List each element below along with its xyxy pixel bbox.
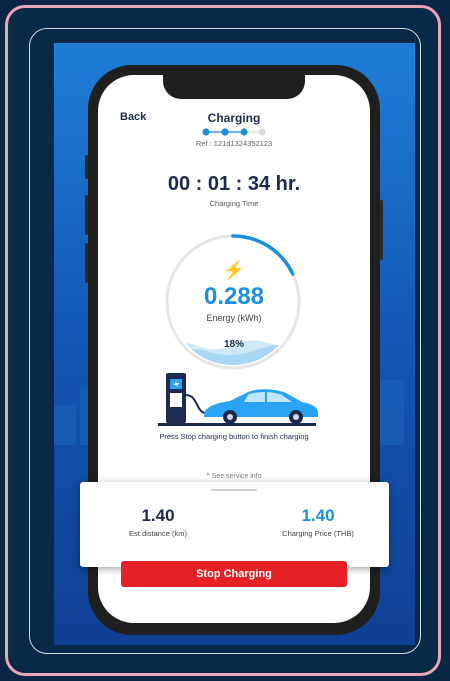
step-dot (240, 128, 248, 136)
step-dot (202, 128, 210, 136)
stop-charging-button[interactable]: Stop Charging (121, 561, 347, 587)
price-value: 1.40 (301, 506, 335, 525)
price-stat: 1.40 Charging Price (THB) (258, 506, 378, 538)
distance-stat: 1.40 Est.distance (km) (103, 506, 213, 538)
page-title: Charging (207, 111, 261, 125)
battery-percent: 18% (223, 339, 244, 350)
charging-timer: 00 : 01 : 34 hr. (167, 173, 301, 195)
phone-side-button (85, 243, 88, 283)
phone-power-button (380, 200, 383, 260)
price-label: Charging Price (THB) (282, 529, 354, 538)
trip-summary-card: 1.40 Est.distance (km) 1.40 Charging Pri… (80, 482, 389, 567)
step-dot (221, 128, 229, 136)
step-progress-indicator (202, 128, 266, 136)
energy-unit-label: Energy (kWh) (206, 313, 262, 323)
ev-charging-illustration (158, 373, 318, 426)
charging-timer-label: Charging Time (209, 199, 259, 208)
electric-car-icon (204, 389, 318, 424)
stop-hint-text: Press Stop charging button to finish cha… (159, 432, 309, 441)
drag-handle[interactable] (211, 489, 257, 491)
energy-value: 0.288 (203, 283, 265, 310)
lightning-bolt-icon: ⚡ (222, 260, 246, 280)
phone-notch (163, 75, 305, 99)
see-service-info-link[interactable]: ^ See service info (98, 473, 370, 480)
phone-side-button (85, 195, 88, 235)
distance-label: Est.distance (km) (129, 529, 187, 538)
distance-value: 1.40 (141, 506, 175, 525)
phone-side-button (85, 155, 88, 179)
step-dot (258, 128, 266, 136)
reference-number: Ref : 121d1324352123 (195, 139, 273, 148)
